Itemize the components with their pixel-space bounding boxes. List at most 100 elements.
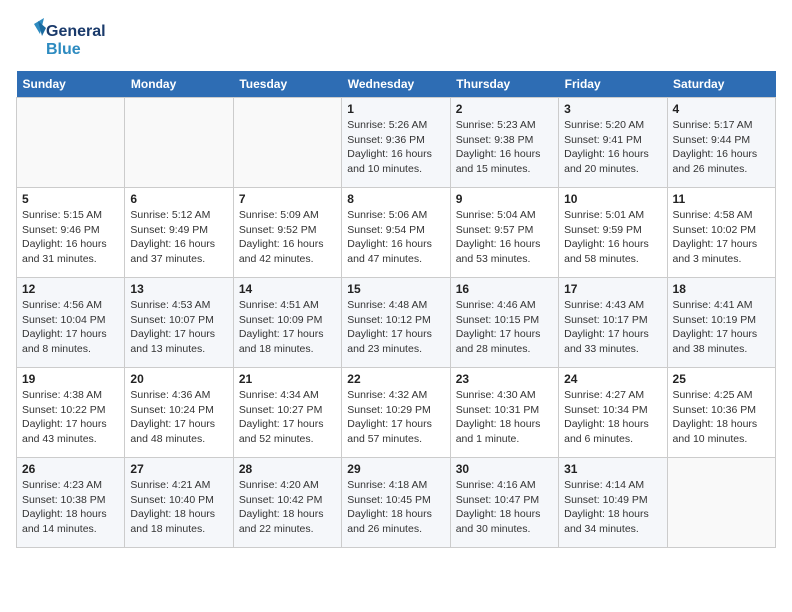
day-number: 29 <box>347 462 444 476</box>
day-number: 3 <box>564 102 661 116</box>
day-number: 27 <box>130 462 227 476</box>
weekday-header-thursday: Thursday <box>450 71 558 98</box>
day-number: 31 <box>564 462 661 476</box>
week-row-2: 5Sunrise: 5:15 AM Sunset: 9:46 PM Daylig… <box>17 188 776 278</box>
calendar-cell: 30 Sunrise: 4:16 AM Sunset: 10:47 PM Dayl… <box>450 458 558 548</box>
day-content: Sunrise: 4:51 AM Sunset: 10:09 PM Daylig… <box>239 298 336 357</box>
day-number: 4 <box>673 102 770 116</box>
day-content: Sunrise: 4:18 AM Sunset: 10:45 PM Daylig… <box>347 478 444 537</box>
day-number: 13 <box>130 282 227 296</box>
calendar-cell: 12 Sunrise: 4:56 AM Sunset: 10:04 PM Dayl… <box>17 278 125 368</box>
day-number: 26 <box>22 462 119 476</box>
day-content: Sunrise: 4:25 AM Sunset: 10:36 PM Daylig… <box>673 388 770 447</box>
day-number: 30 <box>456 462 553 476</box>
calendar-cell: 18 Sunrise: 4:41 AM Sunset: 10:19 PM Dayl… <box>667 278 775 368</box>
day-content: Sunrise: 4:20 AM Sunset: 10:42 PM Daylig… <box>239 478 336 537</box>
calendar-cell: 24Sunrise: 4:27 AM Sunset: 10:34 PM Dayl… <box>559 368 667 458</box>
week-row-5: 26 Sunrise: 4:23 AM Sunset: 10:38 PM Dayl… <box>17 458 776 548</box>
weekday-header-row: SundayMondayTuesdayWednesdayThursdayFrid… <box>17 71 776 98</box>
day-content: Sunrise: 4:36 AM Sunset: 10:24 PM Daylig… <box>130 388 227 447</box>
day-number: 15 <box>347 282 444 296</box>
calendar-cell: 14 Sunrise: 4:51 AM Sunset: 10:09 PM Dayl… <box>233 278 341 368</box>
calendar-cell: 15 Sunrise: 4:48 AM Sunset: 10:12 PM Dayl… <box>342 278 450 368</box>
day-content: Sunrise: 5:17 AM Sunset: 9:44 PM Dayligh… <box>673 118 770 177</box>
calendar-cell: 29 Sunrise: 4:18 AM Sunset: 10:45 PM Dayl… <box>342 458 450 548</box>
calendar-cell: 17Sunrise: 4:43 AM Sunset: 10:17 PM Dayl… <box>559 278 667 368</box>
week-row-4: 19Sunrise: 4:38 AM Sunset: 10:22 PM Dayl… <box>17 368 776 458</box>
calendar-cell: 8 Sunrise: 5:06 AM Sunset: 9:54 PM Daylig… <box>342 188 450 278</box>
calendar-cell: 20 Sunrise: 4:36 AM Sunset: 10:24 PM Dayl… <box>125 368 233 458</box>
logo: GeneralBlue <box>16 16 106 61</box>
calendar-cell: 22 Sunrise: 4:32 AM Sunset: 10:29 PM Dayl… <box>342 368 450 458</box>
weekday-header-saturday: Saturday <box>667 71 775 98</box>
calendar-cell: 11 Sunrise: 4:58 AM Sunset: 10:02 PM Dayl… <box>667 188 775 278</box>
calendar-cell: 3 Sunrise: 5:20 AM Sunset: 9:41 PM Daylig… <box>559 98 667 188</box>
calendar-cell: 1 Sunrise: 5:26 AM Sunset: 9:36 PM Daylig… <box>342 98 450 188</box>
day-content: Sunrise: 4:34 AM Sunset: 10:27 PM Daylig… <box>239 388 336 447</box>
calendar-cell: 26 Sunrise: 4:23 AM Sunset: 10:38 PM Dayl… <box>17 458 125 548</box>
calendar-cell: 19Sunrise: 4:38 AM Sunset: 10:22 PM Dayl… <box>17 368 125 458</box>
day-content: Sunrise: 5:23 AM Sunset: 9:38 PM Dayligh… <box>456 118 553 177</box>
day-number: 11 <box>673 192 770 206</box>
calendar-cell: 4 Sunrise: 5:17 AM Sunset: 9:44 PM Daylig… <box>667 98 775 188</box>
svg-text:General: General <box>46 23 106 40</box>
calendar-cell: 27 Sunrise: 4:21 AM Sunset: 10:40 PM Dayl… <box>125 458 233 548</box>
day-content: Sunrise: 4:14 AM Sunset: 10:49 PM Daylig… <box>564 478 661 537</box>
day-content: Sunrise: 4:56 AM Sunset: 10:04 PM Daylig… <box>22 298 119 357</box>
day-number: 6 <box>130 192 227 206</box>
day-content: Sunrise: 4:21 AM Sunset: 10:40 PM Daylig… <box>130 478 227 537</box>
calendar-cell <box>233 98 341 188</box>
day-content: Sunrise: 5:26 AM Sunset: 9:36 PM Dayligh… <box>347 118 444 177</box>
calendar-cell: 25 Sunrise: 4:25 AM Sunset: 10:36 PM Dayl… <box>667 368 775 458</box>
day-content: Sunrise: 4:46 AM Sunset: 10:15 PM Daylig… <box>456 298 553 357</box>
calendar-cell: 7 Sunrise: 5:09 AM Sunset: 9:52 PM Daylig… <box>233 188 341 278</box>
weekday-header-monday: Monday <box>125 71 233 98</box>
day-number: 9 <box>456 192 553 206</box>
day-number: 5 <box>22 192 119 206</box>
day-number: 7 <box>239 192 336 206</box>
day-number: 22 <box>347 372 444 386</box>
day-content: Sunrise: 4:16 AM Sunset: 10:47 PM Daylig… <box>456 478 553 537</box>
day-number: 1 <box>347 102 444 116</box>
calendar-cell: 13 Sunrise: 4:53 AM Sunset: 10:07 PM Dayl… <box>125 278 233 368</box>
weekday-header-tuesday: Tuesday <box>233 71 341 98</box>
header: GeneralBlue <box>16 16 776 61</box>
day-content: Sunrise: 4:53 AM Sunset: 10:07 PM Daylig… <box>130 298 227 357</box>
day-number: 19 <box>22 372 119 386</box>
day-content: Sunrise: 5:06 AM Sunset: 9:54 PM Dayligh… <box>347 208 444 267</box>
calendar-cell <box>125 98 233 188</box>
day-number: 10 <box>564 192 661 206</box>
day-number: 12 <box>22 282 119 296</box>
day-number: 2 <box>456 102 553 116</box>
day-number: 8 <box>347 192 444 206</box>
day-content: Sunrise: 4:32 AM Sunset: 10:29 PM Daylig… <box>347 388 444 447</box>
calendar-cell: 16 Sunrise: 4:46 AM Sunset: 10:15 PM Dayl… <box>450 278 558 368</box>
calendar-cell: 2 Sunrise: 5:23 AM Sunset: 9:38 PM Daylig… <box>450 98 558 188</box>
day-number: 25 <box>673 372 770 386</box>
day-number: 21 <box>239 372 336 386</box>
calendar-cell: 28Sunrise: 4:20 AM Sunset: 10:42 PM Dayl… <box>233 458 341 548</box>
day-content: Sunrise: 5:04 AM Sunset: 9:57 PM Dayligh… <box>456 208 553 267</box>
day-content: Sunrise: 4:23 AM Sunset: 10:38 PM Daylig… <box>22 478 119 537</box>
day-number: 17 <box>564 282 661 296</box>
week-row-3: 12 Sunrise: 4:56 AM Sunset: 10:04 PM Dayl… <box>17 278 776 368</box>
logo-image: GeneralBlue <box>16 16 106 61</box>
calendar-cell: 10Sunrise: 5:01 AM Sunset: 9:59 PM Dayli… <box>559 188 667 278</box>
day-content: Sunrise: 4:30 AM Sunset: 10:31 PM Daylig… <box>456 388 553 447</box>
day-content: Sunrise: 5:20 AM Sunset: 9:41 PM Dayligh… <box>564 118 661 177</box>
weekday-header-sunday: Sunday <box>17 71 125 98</box>
day-number: 18 <box>673 282 770 296</box>
day-content: Sunrise: 4:58 AM Sunset: 10:02 PM Daylig… <box>673 208 770 267</box>
calendar-cell <box>667 458 775 548</box>
day-number: 23 <box>456 372 553 386</box>
day-number: 20 <box>130 372 227 386</box>
day-content: Sunrise: 5:09 AM Sunset: 9:52 PM Dayligh… <box>239 208 336 267</box>
day-number: 14 <box>239 282 336 296</box>
day-content: Sunrise: 4:41 AM Sunset: 10:19 PM Daylig… <box>673 298 770 357</box>
calendar-table: SundayMondayTuesdayWednesdayThursdayFrid… <box>16 71 776 548</box>
weekday-header-wednesday: Wednesday <box>342 71 450 98</box>
calendar-cell: 6Sunrise: 5:12 AM Sunset: 9:49 PM Daylig… <box>125 188 233 278</box>
day-content: Sunrise: 4:48 AM Sunset: 10:12 PM Daylig… <box>347 298 444 357</box>
day-number: 16 <box>456 282 553 296</box>
calendar-cell: 9 Sunrise: 5:04 AM Sunset: 9:57 PM Daylig… <box>450 188 558 278</box>
